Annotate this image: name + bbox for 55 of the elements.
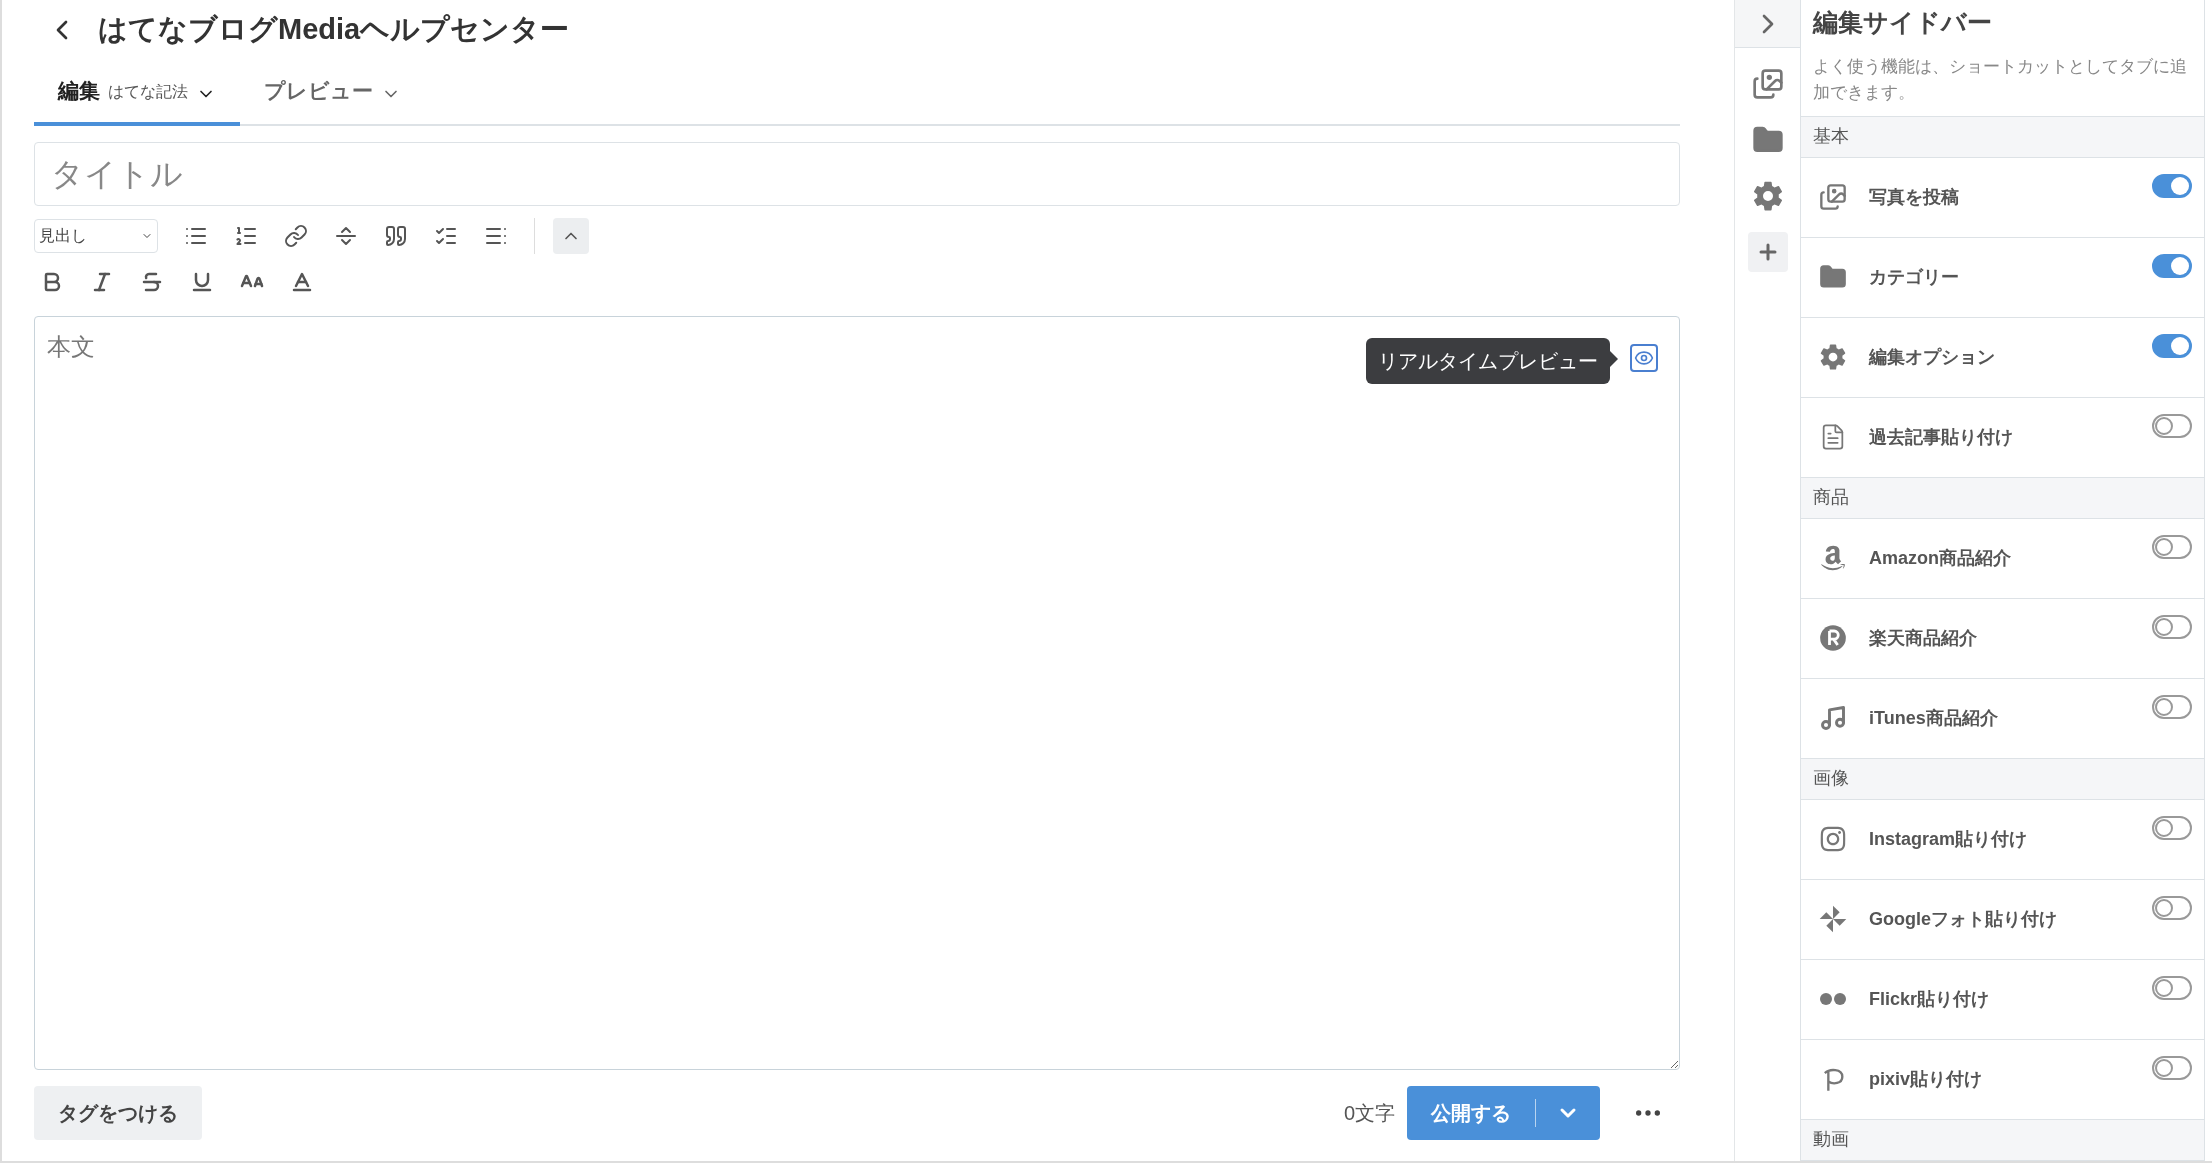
feature-label: 写真を投稿 xyxy=(1869,185,1960,209)
feature-label: iTunes商品紹介 xyxy=(1869,706,1999,730)
music-note-icon xyxy=(1819,704,1847,733)
page-title: はてなブログMediaヘルプセンター xyxy=(98,12,570,48)
sidebar-title: 編集サイドバー xyxy=(1813,7,1993,38)
editor-tab[interactable]: プレビュー xyxy=(240,60,425,126)
toggle-switch[interactable] xyxy=(2152,975,2192,1000)
feature-label: 楽天商品紹介 xyxy=(1869,626,1978,650)
circle-logo-icon xyxy=(1819,624,1847,653)
toggle-switch[interactable] xyxy=(2152,614,2192,639)
feature-label: Instagram貼り付け xyxy=(1869,827,2029,851)
feature-label: 編集オプション xyxy=(1869,345,1996,369)
toggle-switch[interactable] xyxy=(2152,253,2192,278)
link-icon[interactable] xyxy=(284,224,308,248)
toggle-switch[interactable] xyxy=(2152,333,2192,358)
toggle-switch[interactable] xyxy=(2152,694,2192,719)
feature-label: 過去記事貼り付け xyxy=(1869,425,2014,449)
feature-label: Amazon商品紹介 xyxy=(1869,546,2012,570)
text-color-icon[interactable] xyxy=(290,270,314,294)
section-header: 商品 xyxy=(1801,477,2204,519)
title-field[interactable]: タイトル xyxy=(34,142,1680,206)
realtime-preview-icon[interactable] xyxy=(1630,344,1658,372)
quote-icon[interactable] xyxy=(384,224,408,248)
toggle-switch[interactable] xyxy=(2152,173,2192,198)
section-header: 画像 xyxy=(1801,758,2204,800)
strikethrough-icon[interactable] xyxy=(140,270,164,294)
toggle-switch[interactable] xyxy=(2152,413,2192,438)
photos-icon[interactable] xyxy=(1751,68,1784,100)
feature-label: カテゴリー xyxy=(1869,265,1960,289)
toggle-switch[interactable] xyxy=(2152,1055,2192,1080)
gear-icon xyxy=(1819,343,1847,372)
tooltip: リアルタイムプレビュー xyxy=(1366,338,1610,384)
editor-tab[interactable]: 編集 はてな記法 xyxy=(34,60,240,126)
sidebar-description: よく使う機能は、ショートカットとしてタブに追加できます。 xyxy=(1813,55,2188,104)
toggle-switch[interactable] xyxy=(2152,895,2192,920)
underline-icon[interactable] xyxy=(190,270,214,294)
feature-label: pixiv貼り付け xyxy=(1869,1067,1984,1091)
toggle-switch[interactable] xyxy=(2152,815,2192,840)
heading-select[interactable]: 見出し xyxy=(34,219,158,253)
feature-label: Googleフォト貼り付け xyxy=(1869,907,2058,931)
feature-label: Flickr貼り付け xyxy=(1869,987,1991,1011)
tooltip-pointer xyxy=(1610,351,1618,367)
section-header: 動画 xyxy=(1801,1119,2204,1161)
photos-icon xyxy=(1819,183,1847,212)
two-dots-icon xyxy=(1819,991,1847,1008)
numbered-list-icon[interactable] xyxy=(234,224,258,248)
character-count: 0文字 xyxy=(1343,1101,1395,1126)
toggle-switch[interactable] xyxy=(2152,534,2192,559)
settings-icon[interactable] xyxy=(1751,180,1784,212)
page-break-icon[interactable] xyxy=(334,224,358,248)
section-header: 基本 xyxy=(1801,116,2204,158)
camera-logo-icon xyxy=(1819,825,1847,854)
amazon-logo-icon xyxy=(1819,544,1847,573)
tag-button[interactable]: タグをつける xyxy=(34,1086,202,1140)
add-tab-button[interactable] xyxy=(1747,232,1788,272)
